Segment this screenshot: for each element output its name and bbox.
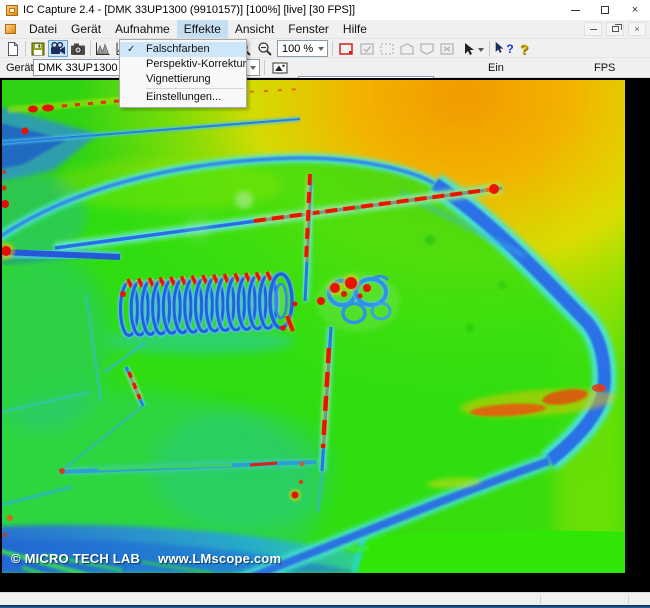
close-button[interactable]: × <box>620 0 650 20</box>
roi-dashed-icon <box>380 42 394 55</box>
context-help-button[interactable]: ? <box>492 40 516 57</box>
toolbar-separator <box>90 41 91 56</box>
image-format-icon <box>272 62 287 73</box>
chevron-down-icon <box>250 66 256 73</box>
histogram-button[interactable] <box>93 40 113 57</box>
mdi-restore-button[interactable] <box>606 22 624 36</box>
minimize-icon <box>570 9 580 11</box>
roi-load-button[interactable] <box>397 40 417 57</box>
roi-store-icon <box>420 42 434 55</box>
check-icon: ✓ <box>127 44 136 55</box>
menu-item-perspektiv-korrektur[interactable]: Perspektiv-Korrektur <box>120 57 246 72</box>
client-area: © MICRO TECH LAB www.LMscope.com <box>0 78 650 592</box>
zoom-level-combobox[interactable]: 100 % <box>277 40 328 57</box>
menu-fenster[interactable]: Fenster <box>281 20 336 38</box>
pointer-menu-icon <box>464 42 484 55</box>
menu-item-einstellungen[interactable]: Einstellungen... <box>120 90 246 105</box>
zoom-out-icon <box>258 41 272 56</box>
menu-effekte[interactable]: Effekte <box>176 20 228 38</box>
resize-grip[interactable] <box>645 601 647 603</box>
device-label: Gerät <box>6 62 34 74</box>
watermark-url: www.LMscope.com <box>158 551 282 566</box>
zoom-level-value: 100 % <box>282 42 314 55</box>
roi-confirm-icon <box>360 42 374 55</box>
mdi-close-button[interactable]: × <box>628 22 646 36</box>
input-label: Ein <box>488 62 504 74</box>
statusbar-separator <box>540 595 541 604</box>
mdi-child-icon <box>5 24 16 34</box>
image-format-button[interactable] <box>268 59 292 76</box>
effects-menu: ✓ Falschfarben Perspektiv-Korrektur Vign… <box>119 39 247 108</box>
toolbar-separator <box>264 60 265 75</box>
menu-item-falschfarben[interactable]: ✓ Falschfarben <box>120 42 246 57</box>
toolbar-separator <box>25 41 26 56</box>
toolbar-separator <box>332 41 333 56</box>
maximize-button[interactable] <box>590 0 620 20</box>
roi-dashed-button[interactable] <box>377 40 397 57</box>
menu-item-vignettierung[interactable]: Vignettierung <box>120 72 246 87</box>
app-icon <box>6 4 18 16</box>
thermal-false-color-view <box>2 80 625 573</box>
roi-rect-button[interactable] <box>336 40 356 57</box>
mdi-minimize-icon <box>589 28 597 30</box>
application-window: IC Capture 2.4 - [DMK 33UP1300 (9910157)… <box>0 0 650 608</box>
help-arrow-icon <box>496 41 504 53</box>
menu-bar: Datei Gerät Aufnahme Effekte Ansicht Fen… <box>0 20 650 39</box>
toolbar-separator <box>489 41 490 56</box>
about-help-button[interactable]: ? <box>514 40 534 57</box>
minimize-button[interactable] <box>560 0 590 20</box>
histogram-icon <box>96 42 110 55</box>
title-bar: IC Capture 2.4 - [DMK 33UP1300 (9910157)… <box>0 0 650 20</box>
video-camera-icon <box>51 41 65 54</box>
main-toolbar: 100 % ? ? <box>0 39 650 58</box>
roi-load-icon <box>400 42 414 55</box>
menu-datei[interactable]: Datei <box>22 20 64 38</box>
new-file-icon <box>8 41 18 56</box>
zoom-out-button[interactable] <box>255 40 275 57</box>
window-title: IC Capture 2.4 - [DMK 33UP1300 (9910157)… <box>23 4 356 16</box>
menu-hilfe[interactable]: Hilfe <box>336 20 374 38</box>
context-help-icon: ? <box>506 41 514 56</box>
chevron-down-icon <box>318 47 324 54</box>
photo-camera-icon <box>71 43 85 55</box>
menu-item-label: Falschfarben <box>146 43 210 55</box>
menu-ansicht[interactable]: Ansicht <box>228 20 281 38</box>
roi-delete-button[interactable] <box>437 40 457 57</box>
mdi-restore-icon <box>611 24 622 32</box>
roi-store-button[interactable] <box>417 40 437 57</box>
help-icon: ? <box>519 40 529 57</box>
statusbar-separator <box>628 595 629 604</box>
roi-confirm-button[interactable] <box>357 40 377 57</box>
new-file-button[interactable] <box>3 40 23 57</box>
fps-label: FPS <box>594 62 616 74</box>
save-icon <box>31 42 45 55</box>
live-video-button[interactable] <box>48 40 68 57</box>
snapshot-button[interactable] <box>68 40 88 57</box>
false-color-image: © MICRO TECH LAB www.LMscope.com <box>2 80 625 573</box>
part-cluster <box>316 272 400 332</box>
pointer-mode-button[interactable] <box>459 40 486 57</box>
roi-rect-icon <box>339 42 353 55</box>
status-bar <box>0 592 650 605</box>
watermark: © MICRO TECH LAB www.LMscope.com <box>11 551 299 566</box>
mdi-minimize-button[interactable] <box>584 22 602 36</box>
roi-delete-icon <box>440 42 454 55</box>
menu-item-label: Perspektiv-Korrektur <box>146 58 247 70</box>
menu-separator <box>146 88 244 89</box>
menu-item-label: Einstellungen... <box>146 91 222 103</box>
menu-item-label: Vignettierung <box>146 73 211 85</box>
menu-geraet[interactable]: Gerät <box>64 20 108 38</box>
save-button[interactable] <box>28 40 48 57</box>
maximize-icon <box>601 6 609 14</box>
device-toolbar: Gerät DMK 33UP1300 (9910157) Y800 (1280x… <box>0 58 650 144</box>
watermark-copyright: © MICRO TECH LAB <box>11 551 141 566</box>
menu-aufnahme[interactable]: Aufnahme <box>108 20 177 38</box>
